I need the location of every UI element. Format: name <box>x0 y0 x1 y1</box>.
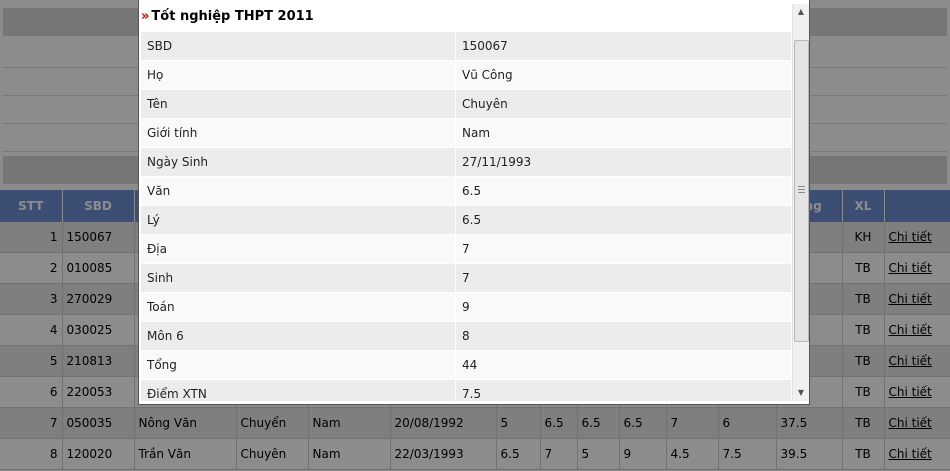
detail-label: Lý <box>141 205 456 235</box>
detail-row: Văn 6.5 <box>141 176 791 206</box>
detail-row: SBD 150067 <box>141 32 791 61</box>
detail-value: Nam <box>455 118 791 148</box>
detail-label: Tổng <box>141 350 456 380</box>
modal-title-text: Tốt nghiệp THPT 2011 <box>151 9 314 24</box>
detail-value: 7 <box>455 263 791 293</box>
detail-row: Giới tính Nam <box>141 118 791 148</box>
detail-table: SBD 150067 Họ Vũ Công Tên Chuyên Giới tính Nam N… <box>141 32 791 401</box>
detail-row: Tổng 44 <box>141 350 791 380</box>
detail-value: 9 <box>455 292 791 322</box>
detail-value: 6.5 <box>455 205 791 235</box>
detail-value: 150067 <box>455 32 791 61</box>
detail-row: Lý 6.5 <box>141 205 791 235</box>
detail-label: Họ <box>141 60 456 90</box>
scroll-down-arrow-icon[interactable]: ▼ <box>793 385 809 401</box>
detail-value: Vũ Công <box>455 60 791 90</box>
detail-label: Tên <box>141 89 456 119</box>
detail-label: Toán <box>141 292 456 322</box>
detail-row: Điểm XTN 7.5 <box>141 379 791 401</box>
modal-title: » Tốt nghiệp THPT 2011 <box>141 2 314 30</box>
detail-label: Địa <box>141 234 456 264</box>
scroll-up-arrow-icon[interactable]: ▲ <box>793 4 809 20</box>
detail-value: 7.5 <box>455 379 791 401</box>
detail-value: Chuyên <box>455 89 791 119</box>
detail-label: SBD <box>141 32 456 61</box>
detail-row: Sinh 7 <box>141 263 791 293</box>
detail-row: Toán 9 <box>141 292 791 322</box>
detail-value: 27/11/1993 <box>455 147 791 177</box>
modal-scrollbar[interactable]: ▲ ▼ <box>792 4 809 401</box>
detail-label: Điểm XTN <box>141 379 456 401</box>
detail-row: Địa 7 <box>141 234 791 264</box>
detail-value: 6.5 <box>455 176 791 206</box>
double-chevron-icon: » <box>141 9 150 24</box>
modal-body: SBD 150067 Họ Vũ Công Tên Chuyên Giới tính Nam N… <box>141 32 791 401</box>
detail-row: Ngày Sinh 27/11/1993 <box>141 147 791 177</box>
detail-value: 8 <box>455 321 791 351</box>
detail-row: Tên Chuyên <box>141 89 791 119</box>
detail-label: Sinh <box>141 263 456 293</box>
detail-label: Giới tính <box>141 118 456 148</box>
detail-label: Môn 6 <box>141 321 456 351</box>
detail-label: Văn <box>141 176 456 206</box>
detail-row: Môn 68 <box>141 321 791 351</box>
detail-value: 7 <box>455 234 791 264</box>
detail-value: 44 <box>455 350 791 380</box>
detail-row: Họ Vũ Công <box>141 60 791 90</box>
grip-icon <box>798 186 805 193</box>
detail-label: Ngày Sinh <box>141 147 456 177</box>
scrollbar-thumb[interactable] <box>794 40 809 342</box>
detail-modal: » Tốt nghiệp THPT 2011 SBD 150067 Họ Vũ Công… <box>138 0 810 405</box>
